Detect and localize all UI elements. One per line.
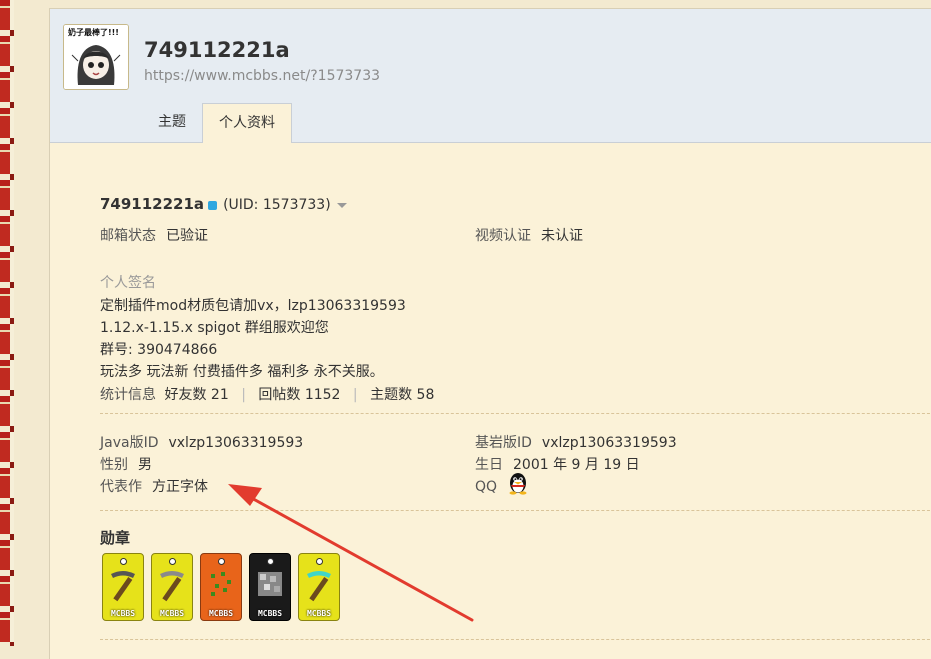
annotation-arrow: [228, 484, 474, 622]
